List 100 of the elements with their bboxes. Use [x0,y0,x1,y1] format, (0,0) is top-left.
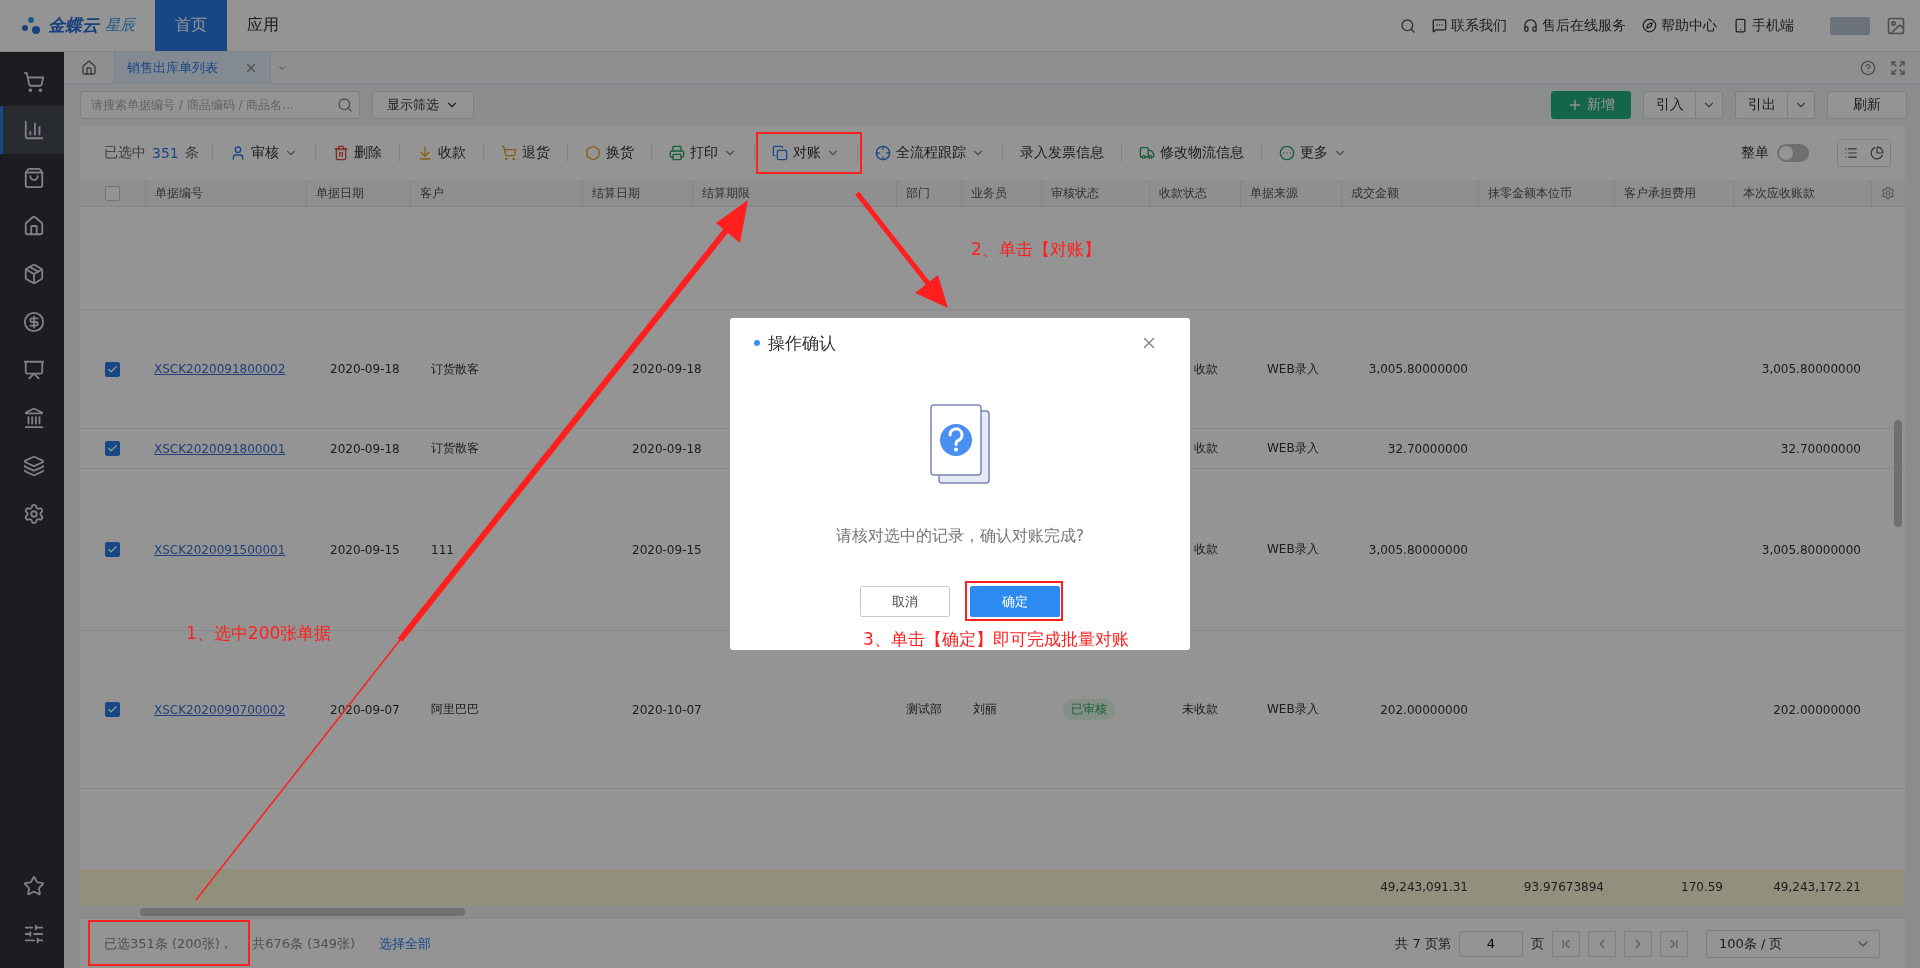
logo-edition: 星辰 [105,16,135,35]
table-cell: 收款 [1194,440,1218,457]
total-summary: 共676条 (349张) [252,934,356,953]
help-icon [1860,59,1876,76]
annotation-text: 3、单击【确定】即可完成批量对账 [863,628,1129,651]
annotation-text: 1、选中200张单据 [186,622,332,645]
table-cell: WEB录入 [1267,701,1319,718]
total-cell: 49,243,091.31 [1380,880,1468,894]
table-cell: 3,005.80000000 [1761,542,1861,557]
page-count-label: 共 7 页第 [1395,934,1451,953]
sliders-icon [22,923,45,945]
checkbox[interactable] [105,542,120,557]
message-icon [1432,18,1447,33]
table-cell: 刘丽 [973,701,997,718]
nav-tab[interactable]: 首页 [155,0,227,51]
document-number-link[interactable]: XSCK2020091800002 [154,362,286,376]
toolbar-button[interactable]: 换货 [580,144,638,162]
settings-icon [1881,186,1895,200]
last-page-button[interactable] [1660,930,1688,957]
toolbar-button[interactable]: 删除 [328,144,386,162]
crosshair-icon [874,145,891,161]
document-number-link[interactable]: XSCK2020091800001 [154,441,286,456]
header-link[interactable]: 手机端 [1733,16,1794,35]
layers-icon [22,455,45,477]
column-header: 单据日期 [316,184,364,202]
search-icon [337,97,353,113]
star-icon [22,875,45,897]
toggle-switch[interactable] [1777,144,1809,162]
cancel-button[interactable]: 取消 [860,586,950,617]
column-header: 成交金额 [1351,184,1399,202]
toolbar-button[interactable]: 修改物流信息 [1134,144,1248,162]
table-cell: 2020-09-18 [330,441,400,456]
toolbar-button[interactable]: 更多 [1274,144,1351,162]
column-header: 结算日期 [592,184,640,202]
headset-icon [1523,18,1538,33]
copy-icon [771,145,788,161]
table-cell: 测试部 [906,701,942,718]
scrollbar-thumb[interactable] [1894,420,1902,527]
sidebar-item[interactable] [0,106,64,154]
header-link[interactable]: 帮助中心 [1642,16,1717,35]
header-link[interactable]: 联系我们 [1432,16,1507,35]
table-cell: 收款 [1194,360,1218,378]
fullscreen-icon [1890,59,1906,76]
list-icon [1844,145,1858,161]
toolbar-button[interactable]: 录入发票信息 [1015,144,1108,162]
column-header: 单据编号 [155,184,203,202]
compass-icon [1642,18,1657,33]
question-document-icon [930,404,990,484]
hexagon-icon [584,145,601,161]
dialog-message: 请核对选中的记录，确认对账完成? [835,526,1085,547]
toolbar-button[interactable]: 全流程跟踪 [870,144,989,162]
toolbar-button[interactable]: 打印 [664,144,741,162]
toolbar-button[interactable]: 退货 [496,144,554,162]
scrollbar-thumb[interactable] [140,907,465,916]
truck-icon [1138,145,1155,161]
page-size-select[interactable]: 100条 / 页 [1706,929,1880,958]
table-cell: 32.70000000 [1387,441,1468,456]
total-cell: 170.59 [1681,880,1723,894]
nav-tab[interactable]: 应用 [227,0,299,51]
checkbox[interactable] [105,702,120,717]
plus-icon [1567,97,1583,113]
select-all-link[interactable]: 选择全部 [379,934,432,953]
table-cell: 2020-09-15 [330,542,400,557]
table-cell: 202.00000000 [1380,702,1468,717]
check-icon [107,544,118,555]
package-icon [22,263,45,285]
trash-icon [332,145,349,161]
toolbar-button[interactable]: 审核 [225,144,302,162]
presentation-icon [22,359,45,381]
search-icon [1400,17,1416,34]
page-input[interactable]: 4 [1459,930,1523,957]
header-link[interactable]: 售后在线服务 [1523,16,1626,35]
column-header: 部门 [906,184,930,202]
avatar-placeholder[interactable] [1830,16,1870,35]
toggle-label: 整单 [1741,144,1769,162]
selected-summary: 已选351条 (200张) , [104,934,229,953]
house-icon [22,215,45,237]
table-cell: 未收款 [1182,701,1218,718]
document-number-link[interactable]: XSCK2020091500001 [154,542,286,557]
first-page-button[interactable] [1552,930,1580,957]
table-cell: 3,005.80000000 [1368,362,1468,376]
document-number-link[interactable]: XSCK2020090700002 [154,702,286,717]
toolbar-button[interactable]: 对账 [767,144,844,162]
column-header: 本次应收账款 [1743,184,1815,202]
selection-count: 351 [152,145,179,161]
filter-button[interactable]: 显示筛选 [372,91,474,119]
more-icon [1278,145,1295,161]
table-cell: 32.70000000 [1780,441,1861,456]
table-cell: 2020-10-07 [632,702,702,717]
table-cell: 2020-09-18 [330,362,400,376]
table-cell: 订货散客 [431,440,479,457]
checkbox[interactable] [105,361,120,377]
cart-icon [500,145,517,161]
checkbox[interactable] [105,185,120,201]
bag-icon [22,167,45,189]
cart-icon [22,71,45,93]
toolbar-button[interactable]: 收款 [412,144,470,162]
confirm-button[interactable]: 确定 [970,586,1060,617]
action-button[interactable]: 刷新 [1827,91,1907,119]
checkbox[interactable] [105,441,120,456]
